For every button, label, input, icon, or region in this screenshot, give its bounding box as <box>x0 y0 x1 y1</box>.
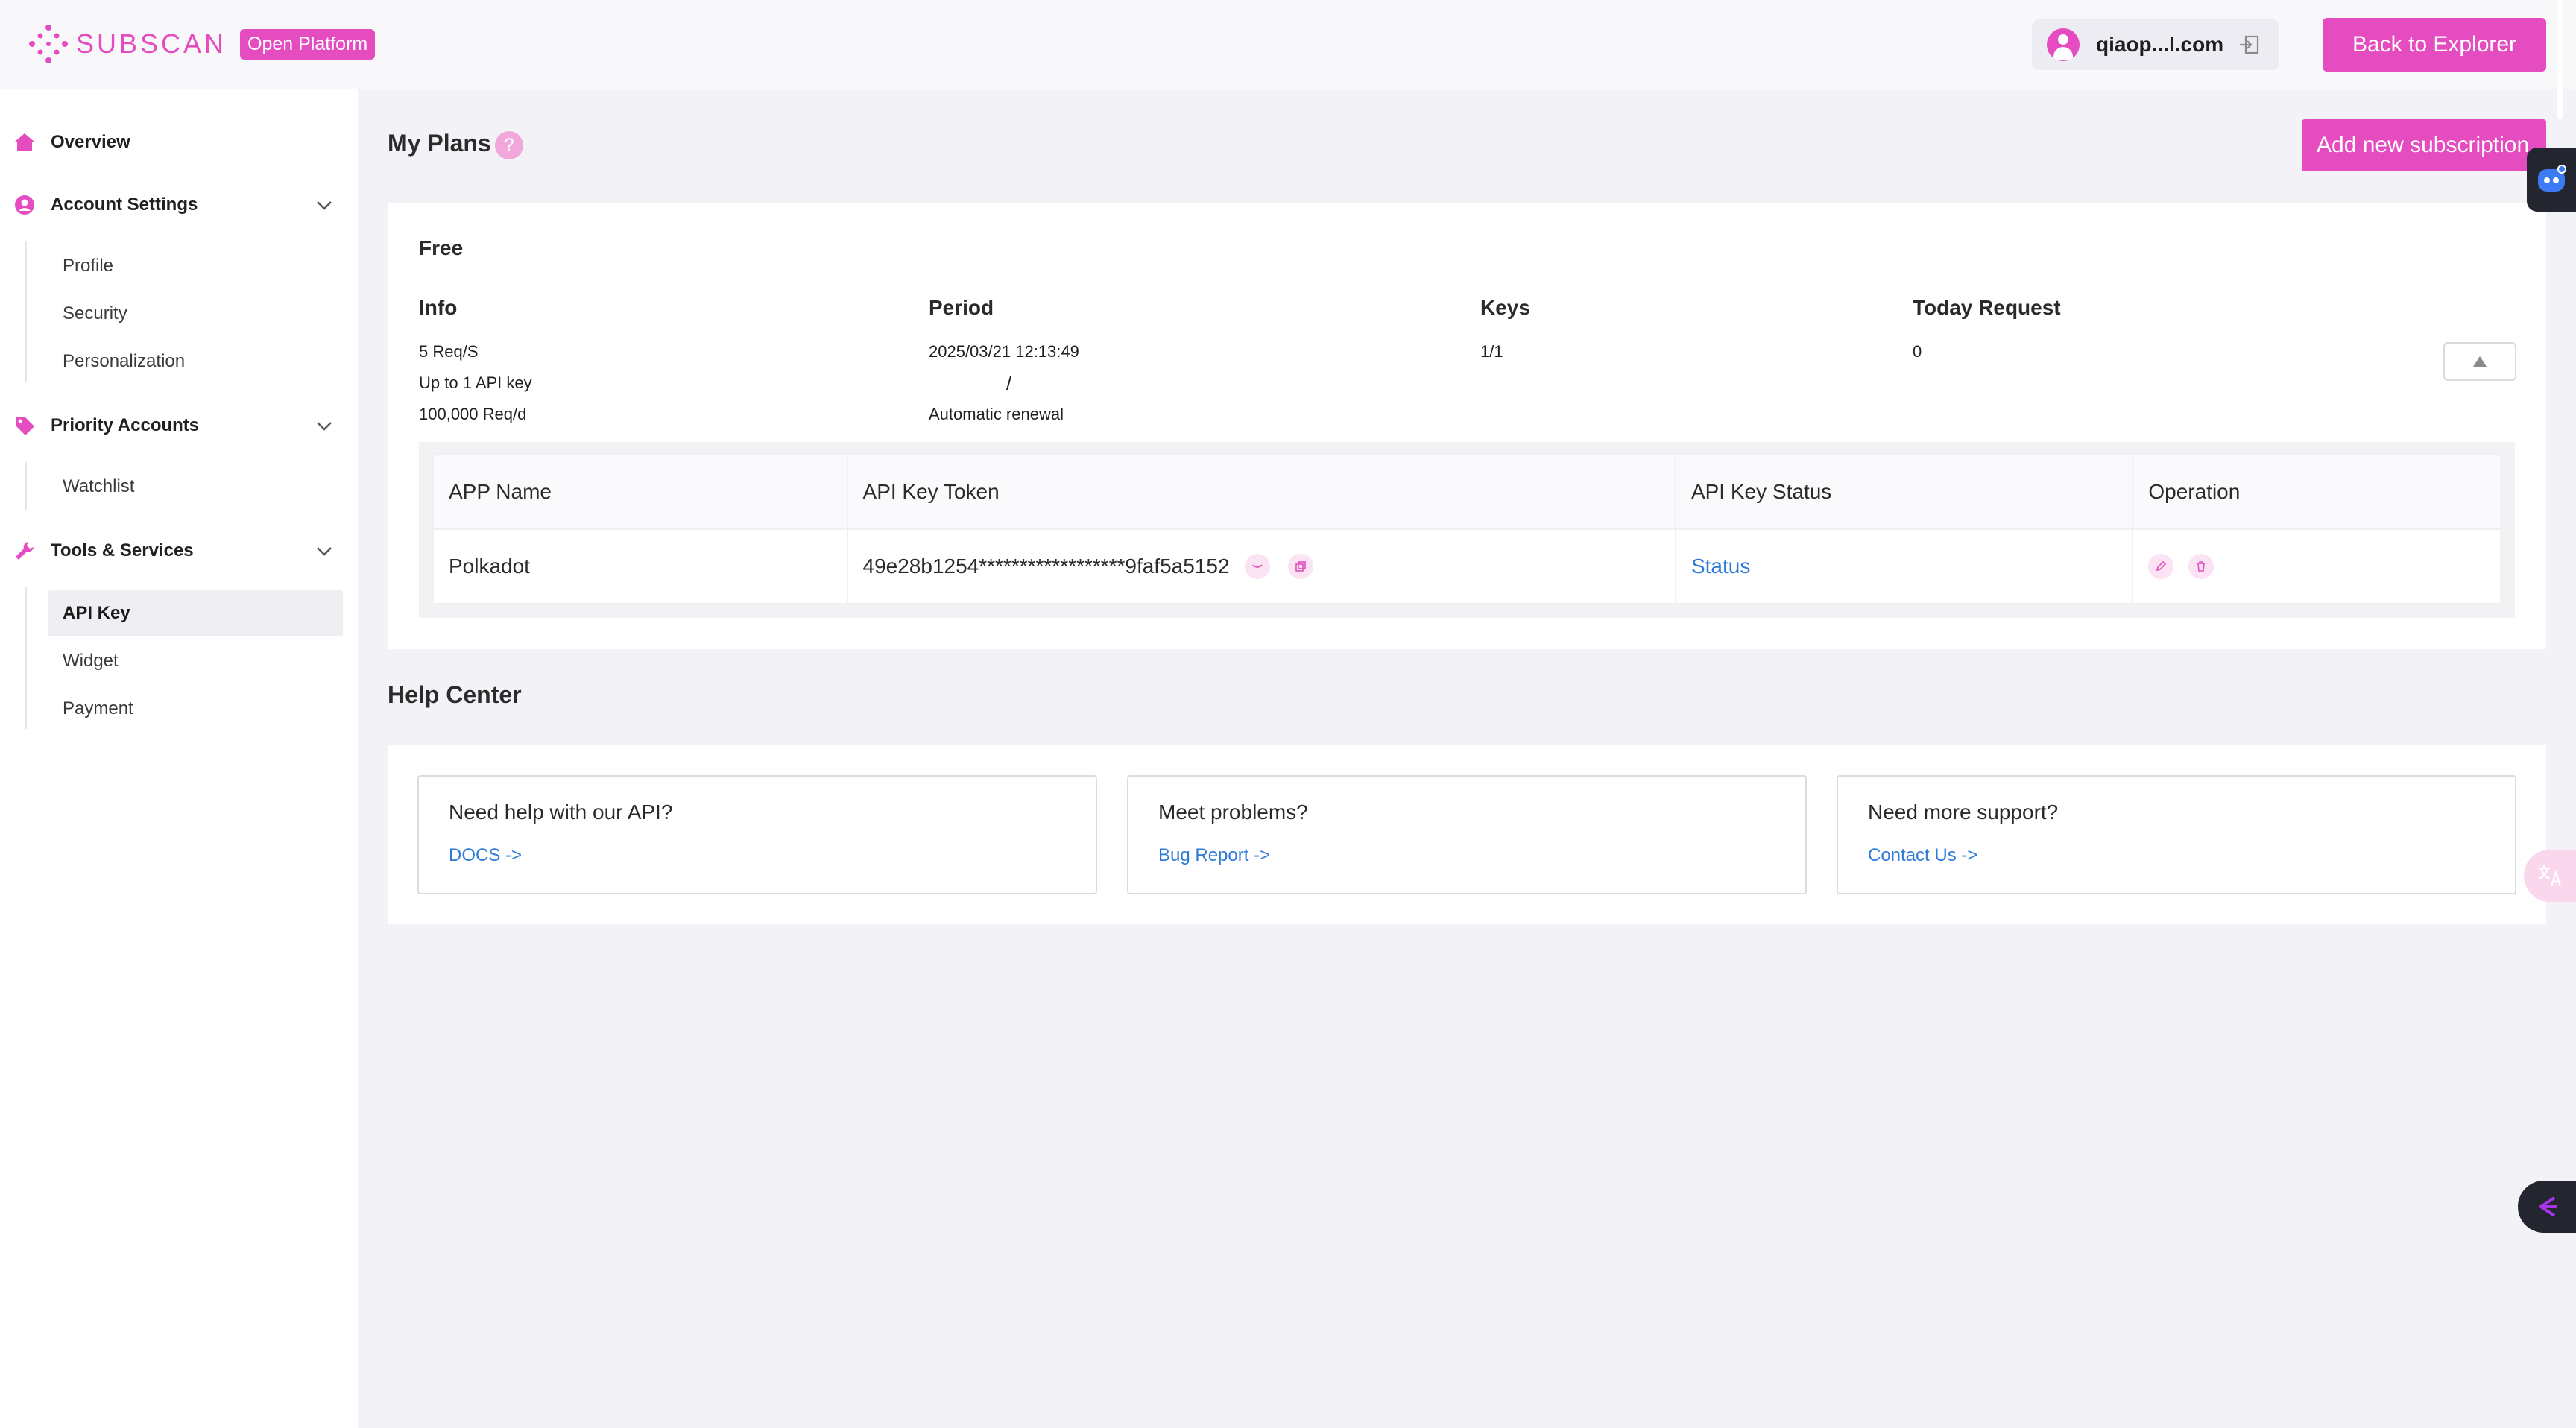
page-title: My Plans <box>388 130 491 157</box>
table-row: Polkadot 49e28b1254******************9fa… <box>432 528 2501 604</box>
sidebar-item-personalization[interactable]: Personalization <box>48 338 343 385</box>
delete-icon[interactable] <box>2188 554 2214 579</box>
wrench-icon <box>16 542 34 560</box>
help-card-title: Need help with our API? <box>449 800 673 824</box>
chevron-down-icon[interactable] <box>315 541 334 560</box>
table-header-row: APP Name API Key Token API Key Status Op… <box>432 454 2501 530</box>
sidebar-item-overview[interactable]: Overview <box>13 131 334 154</box>
info-key-limit: Up to 1 API key <box>419 373 532 392</box>
assistant-widget-button[interactable] <box>2527 148 2576 212</box>
copy-icon[interactable] <box>1287 554 1313 579</box>
collapse-widget-button[interactable] <box>2518 1181 2576 1233</box>
help-question-icon[interactable]: ? <box>495 131 523 159</box>
robot-icon <box>2538 165 2566 192</box>
status-cell: Status <box>1674 528 2134 604</box>
app-name-cell: Polkadot <box>432 528 848 604</box>
column-header-period: Period <box>929 296 994 319</box>
column-header-today-request: Today Request <box>1913 296 2061 319</box>
keys-count: 1/1 <box>1480 342 1503 361</box>
help-card-title: Need more support? <box>1868 800 2059 824</box>
info-rate-limit: 5 Req/S <box>419 342 479 361</box>
sidebar-item-api-key[interactable]: API Key <box>48 590 343 636</box>
api-key-token: 49e28b1254******************9faf5a5152 <box>862 555 1230 578</box>
sidebar-group-label: Priority Accounts <box>51 415 200 435</box>
help-card-api: Need help with our API? DOCS -> <box>417 775 1097 894</box>
table-header-token: API Key Token <box>846 454 1676 530</box>
api-key-table-wrapper: APP Name API Key Token API Key Status Op… <box>419 442 2515 618</box>
sidebar-item-profile[interactable]: Profile <box>48 243 343 289</box>
edit-icon[interactable] <box>2148 554 2174 579</box>
info-daily-limit: 100,000 Req/d <box>419 405 527 423</box>
tag-icon <box>16 417 34 435</box>
period-separator: / <box>1006 372 1012 394</box>
operation-cell <box>2132 528 2501 604</box>
plan-card: Free Info Period Keys Today Request 5 Re… <box>388 203 2546 649</box>
sidebar-group-account-settings[interactable]: Account Settings <box>13 194 334 216</box>
trash-glyph <box>2197 561 2206 572</box>
table-header-app-name: APP Name <box>432 454 848 530</box>
today-request-count: 0 <box>1913 342 1922 361</box>
column-header-info: Info <box>419 296 458 319</box>
status-link[interactable]: Status <box>1691 555 1750 578</box>
eye-toggle-icon[interactable] <box>1244 554 1270 579</box>
user-account-box[interactable]: qiaop...l.com <box>2032 19 2279 70</box>
sidebar-group-label: Tools & Services <box>51 540 194 560</box>
api-key-table: APP Name API Key Token API Key Status Op… <box>432 454 2501 604</box>
tree-line <box>25 587 27 729</box>
sidebar-item-widget[interactable]: Widget <box>48 638 343 684</box>
sidebar-group-tools-services[interactable]: Tools & Services <box>13 540 334 562</box>
open-platform-badge: Open Platform <box>240 28 376 60</box>
help-center-title: Help Center <box>388 681 522 708</box>
help-center-panel: Need help with our API? DOCS -> Meet pro… <box>388 745 2546 924</box>
add-subscription-button[interactable]: Add new subscription <box>2302 119 2546 171</box>
chevron-down-icon[interactable] <box>315 416 334 435</box>
user-email: qiaop...l.com <box>2096 33 2224 56</box>
logout-icon[interactable] <box>2238 34 2261 56</box>
sidebar: Overview Account Settings Profile Securi… <box>0 89 358 1428</box>
contact-us-link[interactable]: Contact Us -> <box>1868 845 1977 866</box>
arrow-left-icon <box>2538 1196 2557 1217</box>
account-icon <box>15 195 34 215</box>
tree-line <box>25 241 27 382</box>
plan-name: Free <box>419 236 464 259</box>
chevron-down-icon[interactable] <box>315 195 334 215</box>
logo-text: SUBSCAN <box>76 28 227 59</box>
back-to-explorer-button[interactable]: Back to Explorer <box>2323 18 2546 72</box>
scrollbar[interactable] <box>2557 0 2563 119</box>
table-header-operation: Operation <box>2132 454 2501 530</box>
subscan-logo-icon <box>29 25 68 63</box>
help-card-title: Meet problems? <box>1158 800 1308 824</box>
sidebar-item-security[interactable]: Security <box>48 291 343 337</box>
token-cell: 49e28b1254******************9faf5a5152 <box>846 528 1676 604</box>
period-renewal: Automatic renewal <box>929 405 1064 423</box>
sidebar-item-watchlist[interactable]: Watchlist <box>48 464 343 510</box>
sidebar-item-payment[interactable]: Payment <box>48 686 343 732</box>
sidebar-group-priority-accounts[interactable]: Priority Accounts <box>13 414 334 437</box>
translate-icon <box>2539 865 2562 887</box>
collapse-button[interactable] <box>2443 342 2516 381</box>
bug-report-link[interactable]: Bug Report -> <box>1158 845 1270 866</box>
copy-glyph <box>1295 561 1306 572</box>
period-start: 2025/03/21 12:13:49 <box>929 342 1079 361</box>
tree-line <box>25 462 27 510</box>
sidebar-item-label: Overview <box>51 132 130 152</box>
logo[interactable]: SUBSCAN Open Platform <box>28 24 376 64</box>
sidebar-group-label: Account Settings <box>51 195 198 215</box>
table-header-status: API Key Status <box>1674 454 2134 530</box>
eye-closed-icon <box>1251 564 1263 568</box>
home-icon <box>15 133 34 151</box>
help-card-problems: Meet problems? Bug Report -> <box>1127 775 1807 894</box>
translate-widget-button[interactable] <box>2524 850 2576 902</box>
expand-icon <box>2473 356 2487 367</box>
top-header: SUBSCAN Open Platform qiaop...l.com Back… <box>0 0 2576 89</box>
pencil-glyph <box>2156 560 2167 572</box>
column-header-keys: Keys <box>1480 296 1530 319</box>
help-card-support: Need more support? Contact Us -> <box>1837 775 2516 894</box>
user-avatar-icon <box>2047 28 2080 61</box>
docs-link[interactable]: DOCS -> <box>449 845 522 866</box>
